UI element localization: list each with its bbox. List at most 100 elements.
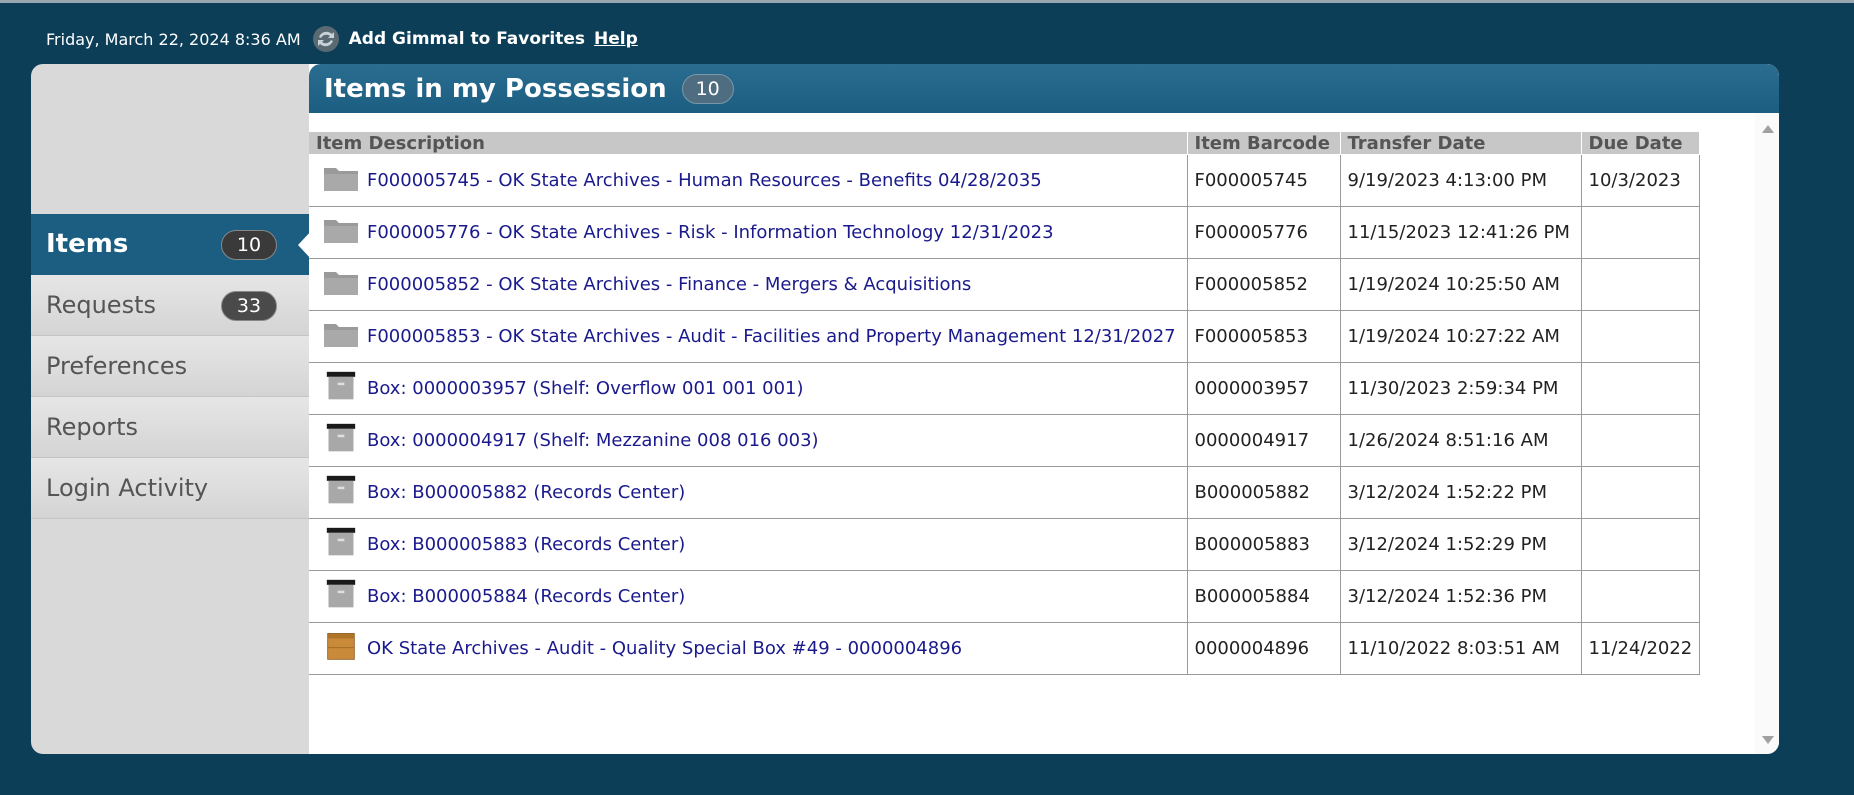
table-row: OK State Archives - Audit - Quality Spec…	[309, 622, 1701, 675]
transfer-date-cell: 3/12/2024 1:52:22 PM	[1339, 466, 1582, 519]
item-barcode-cell: B000005882	[1186, 466, 1341, 519]
sidebar-item-items[interactable]: Items 10	[31, 214, 311, 275]
box-icon	[326, 475, 356, 504]
scroll-down-arrow-icon[interactable]	[1762, 736, 1774, 744]
item-icon-holder	[323, 319, 359, 354]
vertical-scrollbar[interactable]	[1755, 113, 1779, 754]
top-bar: Friday, March 22, 2024 8:36 AM Add Gimma…	[46, 25, 638, 53]
possession-count-badge: 10	[681, 73, 734, 104]
item-description-cell: Box: B000005884 (Records Center)	[309, 570, 1188, 623]
add-to-favorites-link[interactable]: Add Gimmal to Favorites	[349, 29, 585, 49]
item-description-link[interactable]: Box: 0000004917 (Shelf: Mezzanine 008 01…	[367, 430, 819, 451]
item-description-link[interactable]: Box: B000005884 (Records Center)	[367, 586, 685, 607]
table-row: Box: 0000004917 (Shelf: Mezzanine 008 01…	[309, 414, 1701, 467]
items-count-badge: 10	[221, 230, 277, 260]
help-link[interactable]: Help	[594, 29, 638, 49]
item-barcode-cell: F000005852	[1186, 258, 1341, 311]
item-barcode-cell: F000005776	[1186, 206, 1341, 259]
column-header-description[interactable]: Item Description	[309, 131, 1188, 155]
item-barcode-cell: B000005884	[1186, 570, 1341, 623]
item-description-cell: OK State Archives - Audit - Quality Spec…	[309, 622, 1188, 675]
items-table-container: Item Description Item Barcode Transfer D…	[309, 131, 1701, 675]
refresh-icon[interactable]	[311, 24, 341, 54]
item-icon-holder	[323, 527, 359, 562]
due-date-cell	[1580, 518, 1701, 571]
item-icon-holder	[323, 423, 359, 458]
table-row: F000005776 - OK State Archives - Risk - …	[309, 206, 1701, 259]
item-barcode-cell: B000005883	[1186, 518, 1341, 571]
box-icon	[326, 527, 356, 556]
item-description-link[interactable]: F000005745 - OK State Archives - Human R…	[367, 170, 1042, 191]
sidebar-item-reports[interactable]: Reports	[31, 397, 311, 458]
folder-icon	[324, 324, 358, 347]
transfer-date-cell: 9/19/2023 4:13:00 PM	[1339, 154, 1582, 207]
items-panel: Items in my Possession 10 Item Descripti…	[309, 64, 1779, 754]
item-icon-holder	[323, 267, 359, 302]
column-header-due-date[interactable]: Due Date	[1580, 131, 1701, 155]
transfer-date-cell: 1/19/2024 10:25:50 AM	[1339, 258, 1582, 311]
item-barcode-cell: 0000003957	[1186, 362, 1341, 415]
item-description-cell: F000005776 - OK State Archives - Risk - …	[309, 206, 1188, 259]
item-icon-holder	[323, 579, 359, 614]
folder-icon	[324, 220, 358, 243]
item-description-link[interactable]: OK State Archives - Audit - Quality Spec…	[367, 638, 962, 659]
box-icon	[326, 371, 356, 400]
sidebar-item-label: Preferences	[46, 352, 188, 380]
item-barcode-cell: 0000004896	[1186, 622, 1341, 675]
items-table: Item Description Item Barcode Transfer D…	[309, 131, 1701, 675]
transfer-date-cell: 11/30/2023 2:59:34 PM	[1339, 362, 1582, 415]
item-icon-holder	[323, 215, 359, 250]
table-row: F000005745 - OK State Archives - Human R…	[309, 154, 1701, 207]
item-barcode-cell: 0000004917	[1186, 414, 1341, 467]
item-description-cell: F000005853 - OK State Archives - Audit -…	[309, 310, 1188, 363]
due-date-cell: 11/24/2022	[1580, 622, 1701, 675]
item-description-link[interactable]: F000005853 - OK State Archives - Audit -…	[367, 326, 1176, 347]
due-date-cell	[1580, 414, 1701, 467]
table-header-row: Item Description Item Barcode Transfer D…	[309, 131, 1701, 155]
item-icon-holder	[323, 371, 359, 406]
item-description-link[interactable]: F000005776 - OK State Archives - Risk - …	[367, 222, 1054, 243]
transfer-date-cell: 11/15/2023 12:41:26 PM	[1339, 206, 1582, 259]
sidebar-item-label: Login Activity	[46, 474, 209, 502]
box-icon	[326, 579, 356, 608]
transfer-date-cell: 1/26/2024 8:51:16 AM	[1339, 414, 1582, 467]
item-description-cell: F000005852 - OK State Archives - Finance…	[309, 258, 1188, 311]
transfer-date-cell: 3/12/2024 1:52:29 PM	[1339, 518, 1582, 571]
sidebar-item-label: Reports	[46, 413, 139, 441]
transfer-date-cell: 1/19/2024 10:27:22 AM	[1339, 310, 1582, 363]
item-barcode-cell: F000005853	[1186, 310, 1341, 363]
table-row: Box: 0000003957 (Shelf: Overflow 001 001…	[309, 362, 1701, 415]
item-icon-holder	[323, 163, 359, 198]
table-row: Box: B000005882 (Records Center) B000005…	[309, 466, 1701, 519]
item-description-cell: Box: 0000004917 (Shelf: Mezzanine 008 01…	[309, 414, 1188, 467]
folder-icon	[324, 272, 358, 295]
sidebar-item-requests[interactable]: Requests 33	[31, 275, 311, 336]
item-description-link[interactable]: F000005852 - OK State Archives - Finance…	[367, 274, 971, 295]
item-description-link[interactable]: Box: 0000003957 (Shelf: Overflow 001 001…	[367, 378, 804, 399]
box-icon	[326, 423, 356, 452]
due-date-cell	[1580, 310, 1701, 363]
table-row: F000005852 - OK State Archives - Finance…	[309, 258, 1701, 311]
item-description-link[interactable]: Box: B000005882 (Records Center)	[367, 482, 685, 503]
due-date-cell: 10/3/2023	[1580, 154, 1701, 207]
requests-count-badge: 33	[221, 291, 277, 321]
due-date-cell	[1580, 362, 1701, 415]
transfer-date-cell: 11/10/2022 8:03:51 AM	[1339, 622, 1582, 675]
column-header-transfer-date[interactable]: Transfer Date	[1339, 131, 1582, 155]
crate-icon	[327, 633, 355, 660]
item-icon-holder	[323, 475, 359, 510]
due-date-cell	[1580, 466, 1701, 519]
sidebar-item-login-activity[interactable]: Login Activity	[31, 458, 311, 519]
item-description-cell: Box: B000005883 (Records Center)	[309, 518, 1188, 571]
transfer-date-cell: 3/12/2024 1:52:36 PM	[1339, 570, 1582, 623]
sidebar-nav: Items 10 Requests 33 Preferences Reports…	[31, 214, 311, 519]
item-description-cell: Box: B000005882 (Records Center)	[309, 466, 1188, 519]
item-barcode-cell: F000005745	[1186, 154, 1341, 207]
page-title: Items in my Possession	[324, 73, 667, 104]
item-description-link[interactable]: Box: B000005883 (Records Center)	[367, 534, 685, 555]
column-header-barcode[interactable]: Item Barcode	[1186, 131, 1341, 155]
current-datetime: Friday, March 22, 2024 8:36 AM	[46, 29, 301, 49]
due-date-cell	[1580, 206, 1701, 259]
scroll-up-arrow-icon[interactable]	[1762, 125, 1774, 133]
sidebar-item-preferences[interactable]: Preferences	[31, 336, 311, 397]
